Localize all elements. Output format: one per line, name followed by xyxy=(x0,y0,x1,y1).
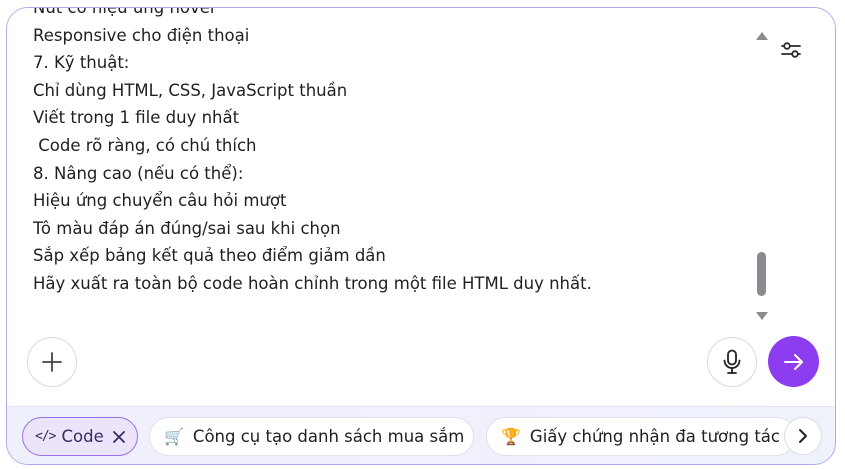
scroll-thumb[interactable] xyxy=(757,252,766,296)
chevron-right-icon xyxy=(799,429,807,443)
prompt-line: Nút có hiệu ứng hover xyxy=(33,8,592,22)
prompt-text: Nút có hiệu ứng hover Responsive cho điệ… xyxy=(33,8,592,298)
prompt-editor[interactable]: Nút có hiệu ứng hover Responsive cho điệ… xyxy=(7,8,835,406)
editor-scrollbar[interactable] xyxy=(755,30,769,320)
prompt-line: Tô màu đáp án đúng/sai sau khi chọn xyxy=(33,218,341,238)
prompt-line: Responsive cho điện thoại xyxy=(33,25,250,45)
suggestion-chip-shopping-list[interactable]: 🛒 Công cụ tạo danh sách mua sắm xyxy=(149,417,474,456)
prompt-text-area[interactable]: Nút có hiệu ứng hover Responsive cho điệ… xyxy=(33,8,743,326)
suggestion-chip-certificate[interactable]: 🏆 Giấy chứng nhận đa tương tác xyxy=(486,417,796,456)
code-chip-label: Code xyxy=(61,427,104,446)
prompt-line: Hiệu ứng chuyển câu hỏi mượt xyxy=(33,191,287,211)
prompt-line: Hãy xuất ra toàn bộ code hoàn chỉnh tron… xyxy=(33,273,592,293)
microphone-icon xyxy=(723,349,741,374)
add-attachment-button[interactable] xyxy=(27,337,77,387)
arrow-right-icon xyxy=(783,353,803,370)
scroll-up-arrow-icon[interactable] xyxy=(756,32,768,40)
prompt-line: Sắp xếp bảng kết quả theo điểm giảm dần xyxy=(33,246,386,266)
code-mode-chip[interactable]: </> Code xyxy=(22,417,138,456)
suggestion-bar: </> Code 🛒 Công cụ tạo danh sách mua sắm… xyxy=(7,406,835,464)
chat-composer: Nút có hiệu ứng hover Responsive cho điệ… xyxy=(6,7,836,465)
suggestion-chip-label: Công cụ tạo danh sách mua sắm xyxy=(192,427,465,446)
plus-icon xyxy=(42,352,62,372)
send-button[interactable] xyxy=(768,336,819,387)
scroll-down-arrow-icon[interactable] xyxy=(756,312,768,320)
prompt-line: Chỉ dùng HTML, CSS, JavaScript thuần xyxy=(33,80,348,100)
shopping-cart-icon: 🛒 xyxy=(164,427,184,446)
next-suggestions-button[interactable] xyxy=(784,417,822,455)
settings-button[interactable] xyxy=(779,38,803,62)
trophy-icon: 🏆 xyxy=(501,427,521,446)
prompt-line: 8. Nâng cao (nếu có thể): xyxy=(33,163,244,183)
prompt-line: Viết trong 1 file duy nhất xyxy=(33,108,240,128)
sliders-icon xyxy=(781,42,801,58)
voice-input-button[interactable] xyxy=(707,337,757,387)
prompt-line: Code rõ ràng, có chú thích xyxy=(33,135,257,155)
close-icon[interactable] xyxy=(112,430,126,444)
code-icon: </> xyxy=(35,429,57,444)
prompt-line: 7. Kỹ thuật: xyxy=(33,53,130,73)
suggestion-chip-label: Giấy chứng nhận đa tương tác xyxy=(529,427,780,446)
